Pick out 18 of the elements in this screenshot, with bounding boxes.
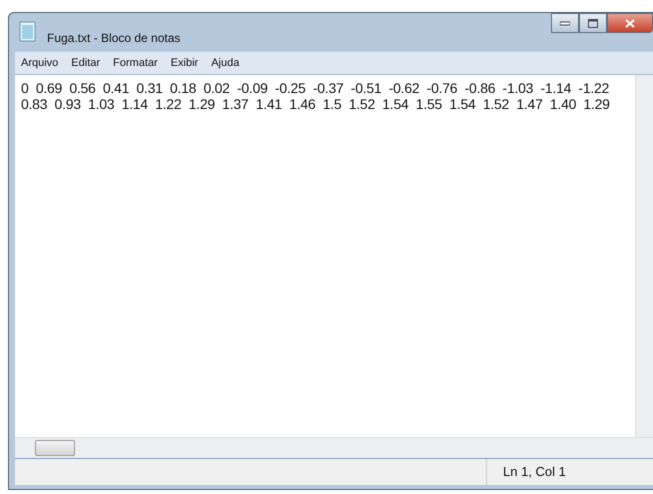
menu-item[interactable]: Exibir	[170, 57, 198, 69]
menu-item[interactable]: Formatar	[113, 57, 158, 69]
text-line: 0.83 0.93 1.03 1.14 1.22 1.29 1.37 1.41 1.46 1.5 1.52 1.54 1.55 1.54 1.52 1.47 1.40 1.29	[21, 96, 610, 112]
vertical-scrollbar[interactable]	[635, 75, 653, 437]
minimize-icon	[560, 20, 570, 26]
menu-item[interactable]: Arquivo	[21, 57, 58, 69]
maximize-icon	[588, 18, 598, 28]
text-line: 0 0.69 0.56 0.41 0.31 0.18 0.02 -0.09 -0.25 -0.37 -0.51 -0.62 -0.76 -0.86 -1.03 -1.14 -1.22	[21, 80, 610, 96]
window-title: Fuga.txt - Bloco de notas	[47, 31, 180, 45]
close-icon	[625, 18, 635, 28]
menu-item[interactable]: Editar	[71, 57, 100, 69]
minimize-button[interactable]	[551, 13, 579, 33]
menu-item[interactable]: Ajuda	[211, 57, 240, 69]
notepad-icon	[19, 21, 37, 43]
close-button[interactable]	[607, 13, 653, 33]
maximize-button[interactable]	[579, 13, 607, 33]
cursor-position: Ln 1, Col 1	[486, 459, 653, 485]
horizontal-scrollbar[interactable]	[15, 437, 653, 459]
